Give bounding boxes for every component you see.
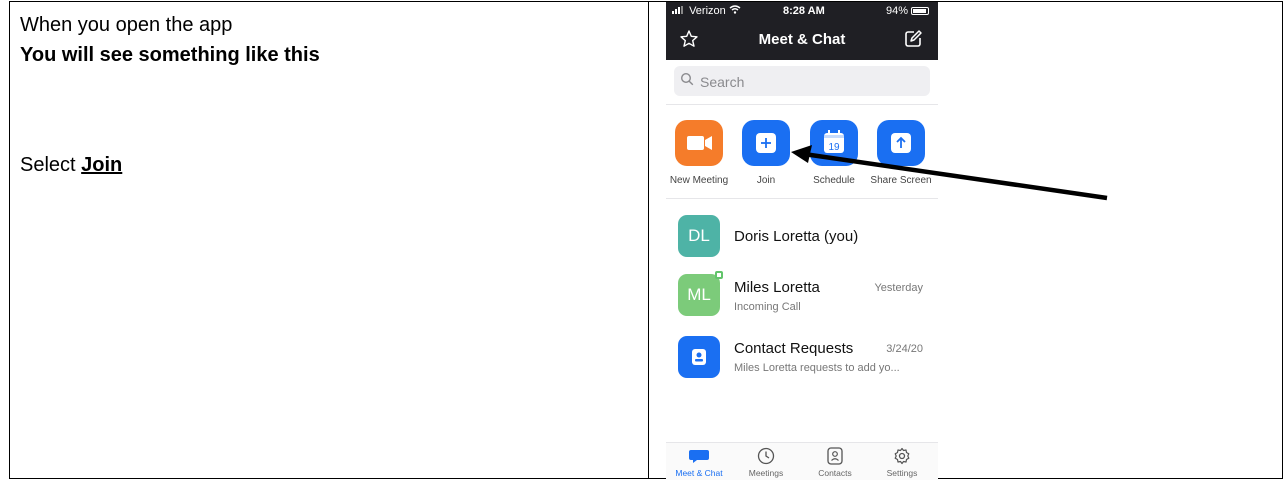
compose-icon[interactable] xyxy=(903,29,923,49)
tab-meet-chat[interactable]: Meet & Chat xyxy=(669,447,729,478)
contact-subtitle: Incoming Call xyxy=(734,301,801,313)
tab-label: Contacts xyxy=(818,468,852,478)
contact-subtitle: Miles Loretta requests to add yo... xyxy=(734,362,900,374)
nav-title: Meet & Chat xyxy=(758,31,846,48)
calendar-icon: 19 xyxy=(824,130,844,153)
select-prefix: Select xyxy=(20,154,82,176)
new-meeting-action[interactable]: New Meeting xyxy=(666,120,732,186)
status-bar: Verizon 8:28 AM 94% xyxy=(666,2,938,20)
contact-card-icon xyxy=(692,349,706,365)
tab-label: Meetings xyxy=(748,468,784,478)
share-screen-action[interactable]: Share Screen xyxy=(868,120,934,186)
cell-divider xyxy=(648,2,649,478)
avatar: DL xyxy=(678,215,720,257)
contact-item-miles[interactable]: ML Miles Loretta Incoming Call Yesterday xyxy=(666,271,938,324)
battery-percent: 94% xyxy=(886,5,909,17)
calendar-day: 19 xyxy=(828,142,840,153)
search-input[interactable] xyxy=(698,70,922,94)
carrier-label: Verizon xyxy=(672,5,741,17)
join-label: Join xyxy=(756,175,776,186)
schedule-action[interactable]: 19 Schedule xyxy=(801,120,867,186)
status-time: 8:28 AM xyxy=(783,5,825,17)
instruction-select-line: Select Join xyxy=(20,150,640,180)
share-screen-icon xyxy=(891,133,911,153)
chat-bubble-icon xyxy=(689,450,709,463)
clock-icon xyxy=(757,447,775,465)
tab-label: Meet & Chat xyxy=(675,468,723,478)
contact-date: Yesterday xyxy=(874,282,923,294)
contact-name: Doris Loretta (you) xyxy=(734,228,859,245)
divider xyxy=(666,104,938,105)
contact-date: 3/24/20 xyxy=(886,343,923,355)
instruction-cell: When you open the app You will see somet… xyxy=(20,10,640,180)
nav-bar: Meet & Chat xyxy=(666,20,938,60)
avatar: ML xyxy=(678,274,720,316)
instruction-line-2: You will see something like this xyxy=(20,44,320,66)
share-screen-label: Share Screen xyxy=(870,175,932,186)
tab-bar: Meet & Chat Meetings Contacts Settings xyxy=(666,442,938,480)
tab-contacts[interactable]: Contacts xyxy=(805,447,865,478)
select-target: Join xyxy=(81,154,123,176)
divider xyxy=(666,198,938,199)
share-screen-button[interactable] xyxy=(877,120,925,166)
new-meeting-button[interactable] xyxy=(675,120,723,166)
tab-meetings[interactable]: Meetings xyxy=(736,447,796,478)
contact-item-doris[interactable]: DL Doris Loretta (you) xyxy=(666,215,938,265)
gear-icon xyxy=(894,447,910,465)
instruction-line-1: When you open the app xyxy=(20,14,233,36)
search-bar[interactable] xyxy=(674,66,930,96)
contacts-icon xyxy=(827,447,843,465)
plus-icon xyxy=(756,133,776,153)
presence-icon xyxy=(715,271,723,279)
tab-settings[interactable]: Settings xyxy=(872,447,932,478)
video-camera-icon xyxy=(687,136,712,150)
tab-label: Settings xyxy=(886,468,918,478)
join-button[interactable] xyxy=(742,120,790,166)
contact-name: Contact Requests xyxy=(734,340,854,357)
wifi-icon xyxy=(729,5,741,14)
contact-request-avatar xyxy=(678,336,720,378)
contact-requests-item[interactable]: Contact Requests Miles Loretta requests … xyxy=(666,336,938,386)
search-icon xyxy=(680,72,694,86)
battery-icon xyxy=(911,7,929,15)
schedule-label: Schedule xyxy=(813,175,855,186)
contact-name: Miles Loretta xyxy=(734,279,820,296)
new-meeting-label: New Meeting xyxy=(669,175,729,186)
signal-icon xyxy=(672,6,683,14)
phone-screenshot: Verizon 8:28 AM 94% Meet & Chat New Meet… xyxy=(666,2,938,480)
document-table: When you open the app You will see somet… xyxy=(9,1,1283,479)
schedule-button[interactable]: 19 xyxy=(810,120,858,166)
join-action[interactable]: Join xyxy=(733,120,799,186)
